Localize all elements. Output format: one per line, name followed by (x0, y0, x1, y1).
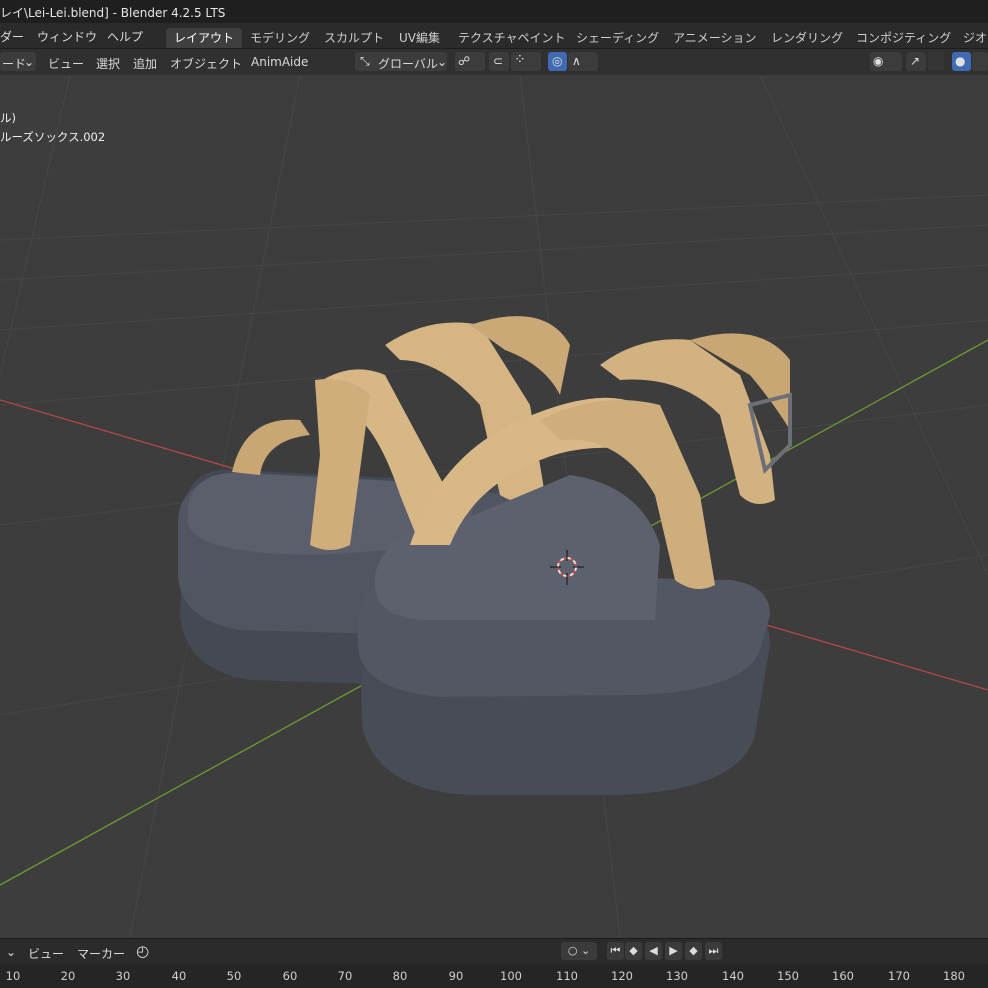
tab-rendering[interactable]: レンダリング (771, 28, 843, 48)
tab-animation[interactable]: アニメーション (673, 28, 757, 48)
shading-solid-icon: ● (955, 54, 966, 68)
viewport-info-view: ル) (0, 111, 16, 125)
frame-label: 120 (611, 969, 633, 983)
chevron-down-icon: ⌄ (437, 55, 448, 69)
mode-label: ード (2, 57, 27, 71)
frame-label: 150 (777, 969, 799, 983)
jump-start-button[interactable]: ⏮ (607, 942, 624, 960)
gizmo-dropdown[interactable] (928, 52, 944, 71)
tab-modeling[interactable]: モデリング (250, 28, 310, 48)
frame-label: 20 (60, 969, 76, 983)
menu-object[interactable]: オブジェクト (170, 55, 242, 72)
tab-layout[interactable]: レイアウト (166, 28, 243, 48)
timeline-menu-marker[interactable]: マーカー (77, 945, 125, 962)
proportional-edit-icon: ◎ (552, 54, 563, 68)
window-title: レイ\Lei-Lei.blend] - Blender 4.2.5 LTS (0, 6, 226, 20)
pivot-icon: ☍ (458, 54, 471, 68)
frame-label: 100 (500, 969, 522, 983)
orientation-label: グローバル (378, 57, 438, 71)
chevron-down-icon: ⌄ (24, 55, 35, 69)
chevron-down-icon[interactable]: ⌄ (6, 945, 16, 959)
viewport-scene (0, 74, 988, 938)
falloff-icon: ∧ (572, 54, 581, 68)
snap-icon: ⊂ (493, 54, 504, 68)
menu-animaide[interactable]: AnimAide (251, 55, 308, 69)
gizmo-icon: ↗ (910, 54, 921, 68)
timeline-menu-view[interactable]: ビュー (28, 945, 64, 962)
frame-label: 130 (666, 969, 688, 983)
tab-sculpt[interactable]: スカルプト (324, 28, 384, 48)
frame-label: 40 (171, 969, 187, 983)
keying-dropdown[interactable]: ○ ⌄ (561, 942, 597, 960)
frame-label: 60 (282, 969, 298, 983)
tab-texture-paint[interactable]: テクスチャペイント (458, 28, 566, 48)
snap-grid-icon: ⁘ (514, 52, 526, 68)
frame-label: 80 (392, 969, 408, 983)
menu-add[interactable]: 追加 (133, 55, 157, 72)
next-keyframe-button[interactable]: ◆ (685, 942, 702, 960)
frame-label: 10 (5, 969, 21, 983)
frame-label: 70 (337, 969, 353, 983)
frame-label: 50 (226, 969, 242, 983)
frame-label: 180 (943, 969, 965, 983)
viewport-info-object: ルーズソックス.002 (0, 130, 106, 144)
frame-label: 90 (448, 969, 464, 983)
play-reverse-button[interactable]: ◀ (645, 942, 662, 960)
title-bar: レイ\Lei-Lei.blend] - Blender 4.2.5 LTS (0, 0, 988, 23)
tab-compositing[interactable]: コンポジティング (856, 28, 951, 48)
sandal-right[interactable] (358, 333, 792, 795)
jump-end-button[interactable]: ⏭ (705, 942, 722, 960)
menu-select[interactable]: 選択 (96, 55, 120, 72)
overlay-dropdown[interactable] (972, 52, 988, 71)
frame-label: 140 (722, 969, 744, 983)
menu-help[interactable]: ヘルプ (107, 28, 143, 45)
3d-viewport[interactable] (0, 74, 988, 938)
menu-window[interactable]: ウィンドウ (37, 28, 97, 45)
menu-render[interactable]: ダー (0, 28, 24, 45)
transform-orientation-icon: ⤡ (360, 54, 370, 68)
menu-view[interactable]: ビュー (48, 55, 84, 72)
prev-keyframe-button[interactable]: ◆ (625, 942, 642, 960)
frame-label: 110 (556, 969, 578, 983)
sync-clock-icon[interactable]: ◴ (136, 942, 149, 960)
tab-geometry[interactable]: ジオ (963, 28, 987, 48)
tab-shading[interactable]: シェーディング (576, 28, 659, 48)
tab-uv-edit[interactable]: UV編集 (399, 28, 440, 48)
frame-label: 30 (115, 969, 131, 983)
visibility-icon: ◉ (873, 54, 884, 68)
play-button[interactable]: ▶ (665, 942, 682, 960)
frame-label: 160 (832, 969, 854, 983)
frame-label: 170 (888, 969, 910, 983)
